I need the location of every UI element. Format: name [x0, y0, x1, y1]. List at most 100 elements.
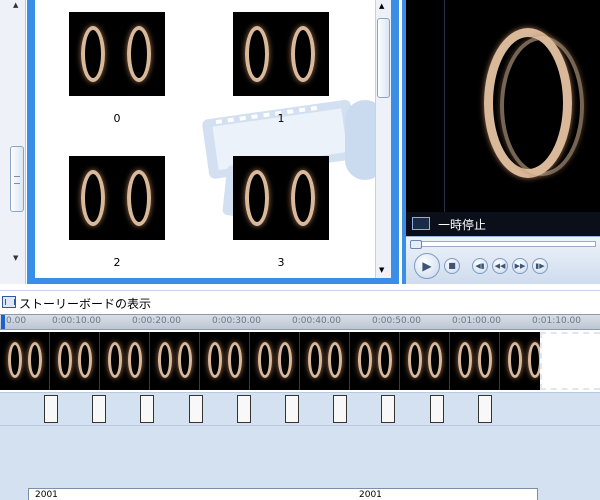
timeline-video-clip[interactable] — [400, 332, 450, 390]
ruler-label: 0:01:10.00 — [532, 316, 582, 326]
clip-ring — [58, 342, 72, 378]
play-button[interactable]: ▶ — [414, 253, 440, 279]
ruler-label: 0:00:50.00 — [372, 316, 422, 326]
transition-slot[interactable] — [44, 395, 58, 423]
transition-slot[interactable] — [429, 395, 444, 423]
transition-slot[interactable] — [285, 395, 299, 423]
previous-button[interactable]: ◀▮ — [472, 258, 488, 274]
clip-ring — [108, 342, 122, 378]
ruler-label: 0:00:20.00 — [132, 316, 182, 326]
scroll-up-icon[interactable]: ▲ — [379, 2, 384, 10]
clip-tile[interactable]: 1 — [233, 12, 333, 125]
timeline-video-clip[interactable] — [150, 332, 200, 390]
seek-knob[interactable] — [410, 240, 422, 249]
transition-slot[interactable] — [188, 395, 203, 423]
next-button[interactable]: ▮▶ — [532, 258, 548, 274]
previous-icon: ◀▮ — [475, 262, 485, 270]
clip-label: 0 — [113, 112, 121, 125]
ruler-label: 0:00:10.00 — [52, 316, 102, 326]
clip-thumbnail[interactable] — [69, 12, 165, 96]
timeline-video-clip[interactable] — [300, 332, 350, 390]
transition-slot[interactable] — [333, 395, 348, 423]
gallery-scrollbar[interactable]: ▲ ▼ — [375, 0, 391, 278]
transition-slot[interactable] — [381, 395, 396, 423]
ruler-label: 0:01:00.00 — [452, 316, 502, 326]
clip-label: 3 — [277, 256, 285, 269]
timeline-video-clip[interactable] — [250, 332, 300, 390]
playhead[interactable] — [1, 315, 5, 329]
timeline-video-clip[interactable] — [200, 332, 250, 390]
clip-ring — [258, 342, 272, 378]
timeline-ruler[interactable]: 0.00 0:00:10.00 0:00:20.00 0:00:30.00 0:… — [0, 314, 600, 330]
clip-thumbnail[interactable] — [233, 12, 329, 96]
ruler-label: 0.00 — [6, 316, 27, 326]
clip-ring — [508, 342, 522, 378]
clip-thumbnail[interactable] — [233, 156, 329, 240]
clip-tile[interactable]: 0 — [69, 12, 169, 125]
clip-ring — [128, 342, 142, 378]
transition-track — [0, 392, 600, 426]
stop-button[interactable]: ■ — [444, 258, 460, 274]
scroll-down-icon[interactable]: ▼ — [13, 254, 18, 262]
timeline-video-clip[interactable] — [500, 332, 540, 390]
player-status-bar: 一時停止 — [406, 212, 600, 236]
collections-panel: 0 1 2 3 ▲ ▼ — [27, 0, 399, 284]
clip-thumbnail[interactable] — [69, 156, 165, 240]
transition-slot[interactable] — [140, 395, 155, 423]
video-clip-strip — [0, 332, 540, 390]
clip-gallery: 0 1 2 3 ▲ ▼ — [35, 0, 391, 278]
storyboard-toggle[interactable]: ストーリーボードの表示 — [0, 290, 600, 314]
preview-monitor: 一時停止 ▶ ■ ◀▮ ◀◀ ▶▶ ▮▶ — [402, 0, 600, 284]
transition-slot[interactable] — [477, 395, 492, 423]
title-overlay-track: 2001 2001 — [0, 488, 600, 500]
title-clip-label: 2001 — [35, 490, 58, 500]
clip-ring — [528, 342, 540, 378]
clip-label: 2 — [113, 256, 121, 269]
clip-ring — [308, 342, 322, 378]
clip-ring — [378, 342, 392, 378]
clip-ring — [8, 342, 22, 378]
timeline-video-clip[interactable] — [350, 332, 400, 390]
clip-ring — [458, 342, 472, 378]
grip-icon — [14, 176, 20, 184]
timeline-video-clip[interactable] — [50, 332, 100, 390]
stop-icon: ■ — [448, 261, 456, 270]
next-frame-button[interactable]: ▶▶ — [512, 258, 528, 274]
seek-bar[interactable] — [410, 240, 596, 249]
title-clip-label: 2001 — [359, 490, 382, 500]
scrollbar-thumb[interactable] — [10, 146, 24, 212]
clip-ring — [478, 342, 492, 378]
monitor-icon — [412, 217, 430, 230]
ruler-label: 0:00:40.00 — [292, 316, 342, 326]
play-icon: ▶ — [422, 259, 432, 273]
clip-tile[interactable]: 3 — [233, 156, 333, 269]
scroll-down-icon[interactable]: ▼ — [379, 266, 384, 274]
title-clip[interactable]: 2001 2001 — [28, 488, 538, 500]
clip-ring — [78, 342, 92, 378]
empty-track-area[interactable] — [540, 332, 600, 390]
scroll-up-icon[interactable]: ▲ — [13, 1, 18, 9]
ruler-label: 0:00:30.00 — [212, 316, 262, 326]
audio-track[interactable] — [0, 426, 600, 488]
clip-ring — [358, 342, 372, 378]
transition-slot[interactable] — [92, 395, 107, 423]
previous-frame-icon: ◀◀ — [494, 262, 506, 270]
next-icon: ▮▶ — [535, 262, 545, 270]
clip-ring — [328, 342, 342, 378]
preview-screen — [406, 0, 600, 212]
storyboard-label[interactable]: ストーリーボードの表示 — [19, 295, 151, 312]
clip-label: 1 — [277, 112, 285, 125]
timeline-video-clip[interactable] — [0, 332, 50, 390]
timeline-video-clip[interactable] — [100, 332, 150, 390]
transition-slot[interactable] — [236, 395, 251, 423]
timeline-video-clip[interactable] — [450, 332, 500, 390]
frame-edge — [444, 0, 445, 212]
clip-tile[interactable]: 2 — [69, 156, 169, 269]
video-track — [0, 330, 600, 392]
scrollbar-thumb[interactable] — [377, 18, 390, 98]
storyboard-icon — [2, 296, 16, 308]
left-pane-scrollbar[interactable]: ▲ ▼ — [0, 0, 26, 284]
clip-ring — [408, 342, 422, 378]
previous-frame-button[interactable]: ◀◀ — [492, 258, 508, 274]
player-status-text: 一時停止 — [438, 218, 487, 232]
